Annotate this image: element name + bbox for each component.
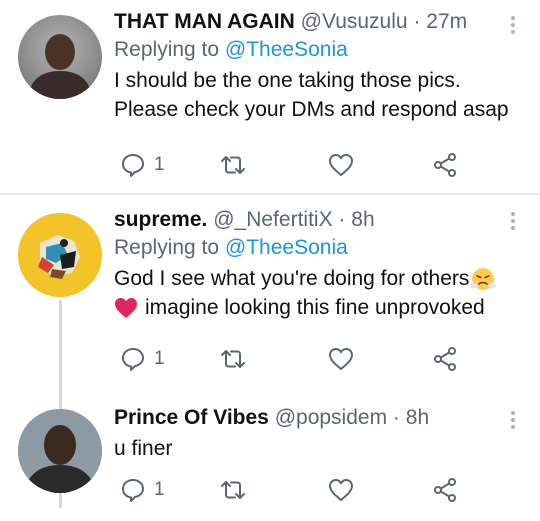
- tweet-text: u finer: [114, 434, 520, 463]
- tweet-header: Prince Of Vibes @popsidem · 8h: [114, 404, 520, 432]
- timestamp[interactable]: 8h: [351, 208, 374, 231]
- reply-button[interactable]: 1: [120, 475, 165, 505]
- reply-button[interactable]: 1: [120, 344, 165, 374]
- retweet-icon: [221, 350, 245, 368]
- user-handle[interactable]: @popsidem: [275, 406, 387, 429]
- share-button[interactable]: [432, 475, 458, 505]
- tweet-text: God I see what you're doing for others i…: [114, 264, 520, 322]
- retweet-icon: [221, 481, 245, 499]
- red-heart-emoji-icon: [115, 297, 137, 318]
- display-name[interactable]: THAT MAN AGAIN: [114, 10, 295, 33]
- user-handle[interactable]: @Vusuzulu: [301, 10, 408, 33]
- like-button[interactable]: [327, 150, 355, 180]
- like-icon: [329, 479, 353, 501]
- reply-count: 1: [154, 348, 165, 369]
- avatar[interactable]: [18, 409, 102, 493]
- replying-label: Replying to: [114, 236, 225, 259]
- tweet-text-line: Please check your DMs and respond asap: [114, 98, 509, 121]
- retweet-button[interactable]: [218, 475, 248, 505]
- separator: ·: [413, 10, 421, 33]
- tweet-text: I should be the one taking those pics. P…: [114, 66, 520, 124]
- tweet-3[interactable]: Prince Of Vibes @popsidem · 8h u finer 1: [0, 395, 540, 521]
- timestamp[interactable]: 8h: [406, 406, 429, 429]
- reply-icon: [122, 154, 144, 177]
- avatar[interactable]: [18, 15, 102, 99]
- share-icon: [434, 347, 456, 371]
- retweet-button[interactable]: [218, 150, 248, 180]
- reply-icon: [122, 479, 144, 502]
- tweet-header: supreme. @_NefertitiX · 8h: [114, 206, 520, 234]
- reply-button[interactable]: 1: [120, 150, 165, 180]
- separator: ·: [338, 208, 346, 231]
- reply-count: 1: [154, 154, 165, 175]
- retweet-icon: [221, 156, 245, 174]
- reply-count: 1: [154, 479, 165, 500]
- tweet-text-line: God I see what you're doing for others: [114, 267, 470, 290]
- action-bar: 1: [114, 344, 514, 374]
- share-button[interactable]: [432, 344, 458, 374]
- share-button[interactable]: [432, 150, 458, 180]
- like-icon: [329, 154, 353, 176]
- action-bar: 1: [114, 150, 514, 180]
- tweet-1[interactable]: THAT MAN AGAIN @Vusuzulu · 27m Replying …: [0, 0, 540, 193]
- action-bar: 1: [114, 475, 514, 505]
- timestamp[interactable]: 27m: [426, 10, 467, 33]
- display-name[interactable]: Prince Of Vibes: [114, 406, 269, 429]
- replying-to: Replying to @TheeSonia: [114, 36, 520, 64]
- share-icon: [434, 153, 456, 177]
- user-handle[interactable]: @_NefertitiX: [213, 208, 332, 231]
- separator: ·: [392, 406, 400, 429]
- tweet-text-line: u finer: [114, 437, 173, 460]
- tweet-text-line: I should be the one taking those pics.: [114, 69, 461, 92]
- display-name[interactable]: supreme.: [114, 208, 207, 231]
- mention-link[interactable]: @TheeSonia: [225, 38, 348, 61]
- steam-face-emoji-icon: [470, 267, 497, 290]
- tweet-2[interactable]: supreme. @_NefertitiX · 8h Replying to @…: [0, 196, 540, 395]
- mention-link[interactable]: @TheeSonia: [225, 236, 348, 259]
- divider: [0, 193, 540, 195]
- retweet-button[interactable]: [218, 344, 248, 374]
- like-button[interactable]: [327, 475, 355, 505]
- replying-label: Replying to: [114, 38, 225, 61]
- like-button[interactable]: [327, 344, 355, 374]
- tweet-header: THAT MAN AGAIN @Vusuzulu · 27m: [114, 8, 520, 36]
- reply-icon: [122, 348, 144, 371]
- share-icon: [434, 478, 456, 502]
- like-icon: [329, 348, 353, 370]
- replying-to: Replying to @TheeSonia: [114, 234, 520, 262]
- tweet-text-line: imagine looking this fine unprovoked: [145, 296, 485, 319]
- avatar[interactable]: [18, 213, 102, 297]
